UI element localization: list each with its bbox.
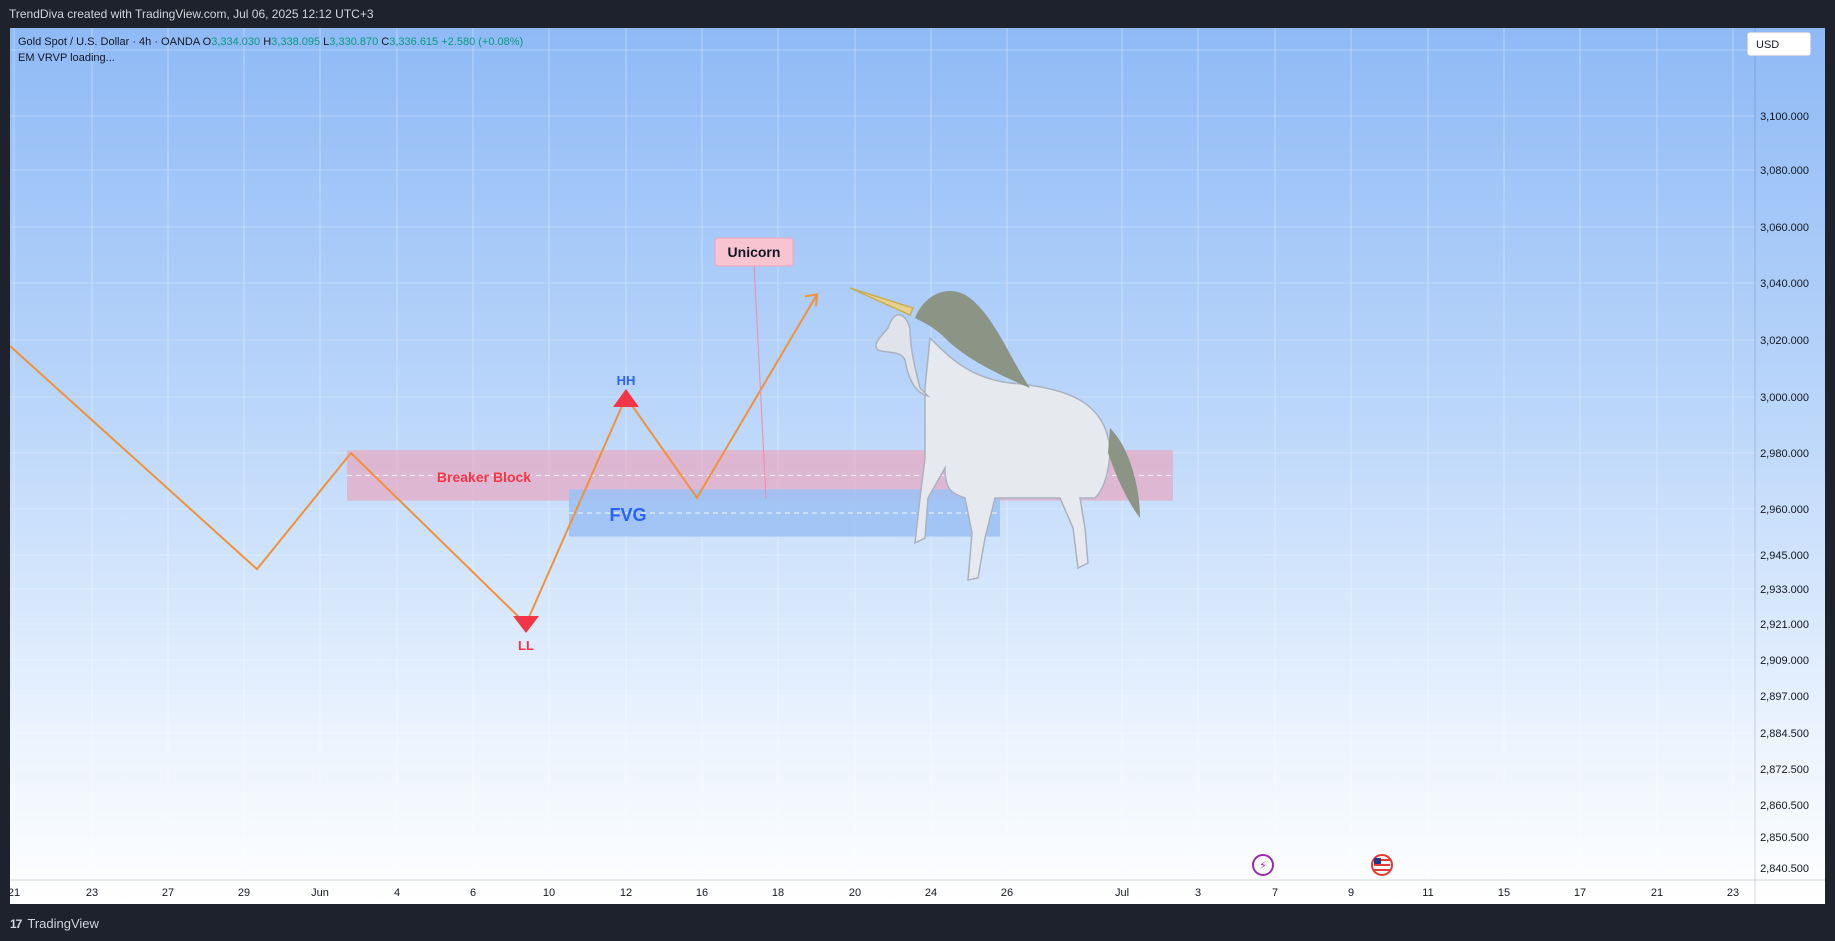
- flag-stripe: [1374, 864, 1390, 866]
- indicator-label[interactable]: EM VRVP loading...: [18, 50, 523, 66]
- y-tick-label: 2,872.500: [1760, 764, 1809, 776]
- x-tick-label: 21: [1651, 887, 1663, 899]
- chart-legend: Gold Spot / U.S. Dollar · 4h · OANDA O3,…: [18, 34, 523, 66]
- x-tick-label: 24: [925, 887, 937, 899]
- x-tick-label: 26: [1001, 887, 1013, 899]
- footer-brand: TradingView: [27, 916, 99, 931]
- x-tick-label: 3: [1195, 887, 1201, 899]
- chart-svg[interactable]: 21 23 27 29 Jun 4 6 10 12 16 18 20 24 26 Jul 3 7 9 11 15 17 2…: [10, 28, 1825, 904]
- unicorn-horn: [849, 287, 915, 316]
- x-tick-label: 7: [1272, 887, 1278, 899]
- x-tick-label: 20: [849, 887, 861, 899]
- y-tick-label: 2,933.000: [1760, 584, 1809, 596]
- y-tick-label: 3,020.000: [1760, 335, 1809, 347]
- x-tick-label: 29: [238, 887, 250, 899]
- x-tick-label: Jul: [1115, 887, 1129, 899]
- y-tick-label: 3,000.000: [1760, 392, 1809, 404]
- unicorn-head: [875, 314, 931, 398]
- header-bar: TrendDiva created with TradingView.com, …: [0, 0, 1835, 28]
- y-tick-label: 2,921.000: [1760, 619, 1809, 631]
- unicorn-callout-label: Unicorn: [728, 244, 781, 260]
- x-tick-label: 23: [86, 887, 98, 899]
- open-label: O: [202, 36, 212, 48]
- x-tick-label: 23: [1727, 887, 1739, 899]
- y-tick-label: 3,040.000: [1760, 278, 1809, 290]
- x-tick-label: 17: [1574, 887, 1586, 899]
- x-tick-label: 21: [10, 887, 20, 899]
- x-tick-label: 11: [1422, 887, 1433, 899]
- flag-stripe: [1374, 869, 1390, 871]
- y-tick-label: 2,909.000: [1760, 655, 1809, 667]
- x-tick-label: 6: [470, 887, 476, 899]
- x-tick-label: Jun: [311, 887, 329, 899]
- y-tick-label: 3,060.000: [1760, 222, 1809, 234]
- tradingview-logo-icon: 17: [10, 916, 22, 931]
- zone-label: FVG: [609, 505, 646, 525]
- header-text: TrendDiva created with TradingView.com, …: [9, 7, 374, 21]
- high-value: 3,338.095: [271, 36, 321, 48]
- x-tick-label: 27: [162, 887, 174, 899]
- footer-bar: 17 TradingView: [0, 904, 1835, 941]
- x-tick-label: 18: [772, 887, 784, 899]
- x-tick-label: 4: [394, 887, 400, 899]
- lightning-glyph: ⚡: [1259, 859, 1267, 872]
- close-value: 3,336.615: [389, 36, 439, 48]
- x-tick-label: 9: [1348, 887, 1354, 899]
- open-value: 3,334.030: [211, 36, 261, 48]
- x-tick-label: 16: [696, 887, 708, 899]
- chart-area[interactable]: 21 23 27 29 Jun 4 6 10 12 16 18 20 24 26 Jul 3 7 9 11 15 17 2…: [10, 28, 1825, 904]
- hh-label: HH: [617, 373, 636, 388]
- low-value: 3,330.870: [329, 36, 379, 48]
- x-tick-label: 15: [1498, 887, 1510, 899]
- y-tick-label: 2,884.500: [1760, 728, 1809, 740]
- high-label: H: [263, 36, 272, 48]
- y-tick-label: 2,897.000: [1760, 691, 1809, 703]
- y-tick-label: 2,850.500: [1760, 832, 1809, 844]
- y-tick-label: 2,945.000: [1760, 550, 1809, 562]
- y-tick-label: 3,100.000: [1760, 111, 1809, 123]
- hh-marker-triangle[interactable]: [613, 389, 639, 407]
- zone-label: Breaker Block: [437, 469, 531, 485]
- y-tick-label: 2,980.000: [1760, 448, 1809, 460]
- x-tick-label: 10: [543, 887, 555, 899]
- flag-canton: [1374, 858, 1381, 864]
- x-tick-label: 12: [620, 887, 632, 899]
- y-tick-label: 3,080.000: [1760, 165, 1809, 177]
- change-value: +2.580 (+0.08%): [441, 36, 524, 48]
- tradingview-logo[interactable]: 17 TradingView: [10, 916, 99, 931]
- ll-label: LL: [518, 638, 534, 653]
- y-tick-label: 2,860.500: [1760, 800, 1809, 812]
- symbol-label[interactable]: Gold Spot / U.S. Dollar · 4h · OANDA: [18, 36, 200, 48]
- y-tick-label: 2,840.500: [1760, 863, 1809, 875]
- y-tick-label: 2,960.000: [1760, 504, 1809, 516]
- currency-button[interactable]: USD: [1747, 32, 1811, 56]
